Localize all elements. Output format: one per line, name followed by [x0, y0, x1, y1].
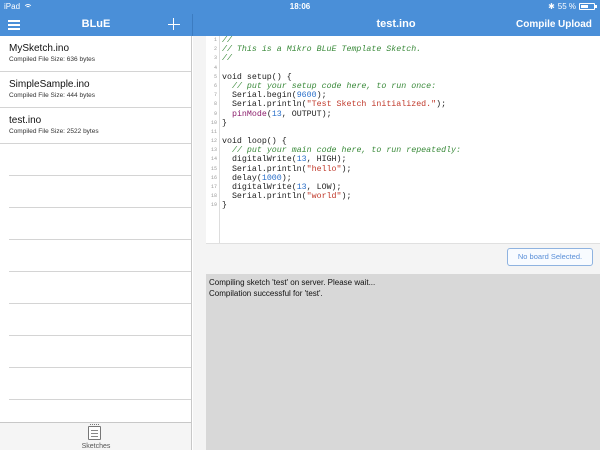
tab-sketches-label: Sketches: [81, 443, 111, 450]
line-number: 16: [210, 174, 217, 181]
sketch-size: Compiled File Size: 444 bytes: [9, 92, 95, 99]
battery-fill: [581, 5, 588, 8]
empty-row: [9, 144, 191, 176]
console-line: Compiling sketch 'test' on server. Pleas…: [209, 278, 376, 287]
line-number: 14: [210, 156, 217, 163]
line-number: 2: [213, 46, 217, 53]
line-number: 11: [210, 128, 217, 135]
sketch-list: MySketch.ino Compiled File Size: 636 byt…: [0, 36, 192, 422]
line-number: 15: [210, 165, 217, 172]
code-text: // put your setup code here, to run once…: [231, 81, 437, 91]
compile-console: Compiling sketch 'test' on server. Pleas…: [206, 274, 600, 450]
code-line[interactable]: 8 Serial.println("Test Sketch initialize…: [206, 100, 600, 109]
line-number: 9: [213, 110, 217, 117]
code-line[interactable]: 6 // put your setup code here, to run on…: [206, 82, 600, 91]
status-bar: iPad 18:06 ✱ 55 %: [0, 0, 600, 14]
status-bar-time: 18:06: [289, 2, 311, 11]
line-number: 1: [213, 37, 217, 43]
code-text: }: [222, 118, 227, 128]
code-line[interactable]: 19}: [206, 201, 600, 210]
add-sketch-icon[interactable]: [167, 17, 181, 31]
code-text: //: [222, 36, 232, 45]
code-text: Serial.begin(9600);: [222, 91, 327, 101]
code-text: void setup() {: [222, 72, 292, 82]
nav-divider: [192, 14, 193, 36]
empty-row: [9, 272, 191, 304]
code-text: Serial.println("world");: [222, 192, 352, 202]
tab-sketches[interactable]: Sketches: [0, 423, 192, 450]
line-number: 5: [213, 73, 217, 80]
code-line[interactable]: 10}: [206, 119, 600, 128]
code-text: }: [222, 201, 227, 211]
empty-row: [9, 368, 191, 400]
board-select-button[interactable]: No board Selected.: [507, 248, 593, 266]
empty-row: [9, 240, 191, 272]
line-number: 3: [213, 55, 217, 62]
sketch-size: Compiled File Size: 2522 bytes: [9, 128, 99, 135]
code-line[interactable]: 14 digitalWrite(13, HIGH);: [206, 155, 600, 164]
line-number: 17: [210, 184, 217, 190]
battery-icon: [579, 3, 597, 10]
editor-pane: 1 // 2 // This is a Mikro BLuE Template Ske…: [193, 36, 600, 450]
code-line[interactable]: 1 //: [206, 36, 600, 45]
battery-percent: 55 %: [557, 2, 576, 11]
code-line[interactable]: 2 // This is a Mikro BLuE Template Sketch…: [206, 45, 600, 54]
board-status-row: No board Selected.: [193, 244, 600, 274]
code-text: void loop() {: [222, 137, 287, 147]
empty-row: [9, 336, 191, 368]
line-number: 19: [210, 202, 217, 209]
line-number: 18: [210, 193, 217, 200]
line-number: 12: [210, 138, 217, 145]
code-line[interactable]: 9 pinMode(13, OUTPUT);: [206, 110, 600, 119]
code-line[interactable]: 7 Serial.begin(9600);: [206, 91, 600, 100]
line-number: 8: [213, 101, 217, 108]
code-text: pinMode(13, OUTPUT);: [231, 109, 332, 119]
sketch-name: MySketch.ino: [9, 43, 70, 54]
navigation-bar: BLuE test.ino Compile Upload: [0, 14, 600, 36]
sketch-name: test.ino: [9, 115, 42, 126]
editor-margin: [193, 36, 206, 450]
status-bar-right: ✱ 55 %: [548, 2, 597, 11]
compile-button[interactable]: Compile: [516, 19, 555, 30]
code-line[interactable]: 12 void loop() {: [206, 137, 600, 146]
sketch-size: Compiled File Size: 636 bytes: [9, 56, 95, 63]
list-item[interactable]: SimpleSample.ino Compiled File Size: 444…: [0, 72, 191, 108]
list-item[interactable]: test.ino Compiled File Size: 2522 bytes: [0, 108, 191, 144]
code-text: // This is a Mikro BLuE Template Sketch.: [222, 45, 422, 55]
line-number: 7: [213, 92, 217, 99]
line-number: 10: [210, 119, 217, 126]
list-item[interactable]: MySketch.ino Compiled File Size: 636 byt…: [0, 36, 191, 72]
empty-row: [9, 176, 191, 208]
app-title: BLuE: [81, 18, 111, 30]
bluetooth-icon: ✱: [548, 2, 555, 11]
code-text: delay(1000);: [222, 173, 292, 183]
document-icon: [88, 424, 101, 440]
upload-button[interactable]: Upload: [558, 19, 592, 30]
code-line[interactable]: 16 delay(1000);: [206, 174, 600, 183]
line-number: 6: [213, 82, 217, 89]
sketch-name: SimpleSample.ino: [9, 79, 90, 90]
empty-row: [9, 208, 191, 240]
code-text: Serial.println("hello");: [222, 164, 352, 174]
console-line: Compilation successful for 'test'.: [209, 288, 323, 298]
code-text: digitalWrite(13, HIGH);: [222, 155, 347, 165]
code-text: //: [222, 54, 232, 64]
empty-row: [9, 304, 191, 336]
code-line[interactable]: 11: [206, 128, 600, 137]
line-number: 4: [213, 64, 217, 71]
code-editor[interactable]: 1 // 2 // This is a Mikro BLuE Template Ske…: [206, 36, 600, 244]
code-text: Serial.println("Test Sketch initialized.…: [222, 100, 447, 110]
code-text: digitalWrite(13, LOW);: [222, 183, 342, 192]
tab-bar: Sketches: [0, 422, 192, 450]
code-line[interactable]: 15 Serial.println("hello");: [206, 165, 600, 174]
code-line[interactable]: 3 //: [206, 54, 600, 63]
code-line[interactable]: 18 Serial.println("world");: [206, 192, 600, 201]
line-number: 13: [210, 147, 217, 154]
code-line[interactable]: 5 void setup() {: [206, 73, 600, 82]
code-line[interactable]: 4: [206, 64, 600, 73]
code-line[interactable]: 17 digitalWrite(13, LOW);: [206, 183, 600, 192]
